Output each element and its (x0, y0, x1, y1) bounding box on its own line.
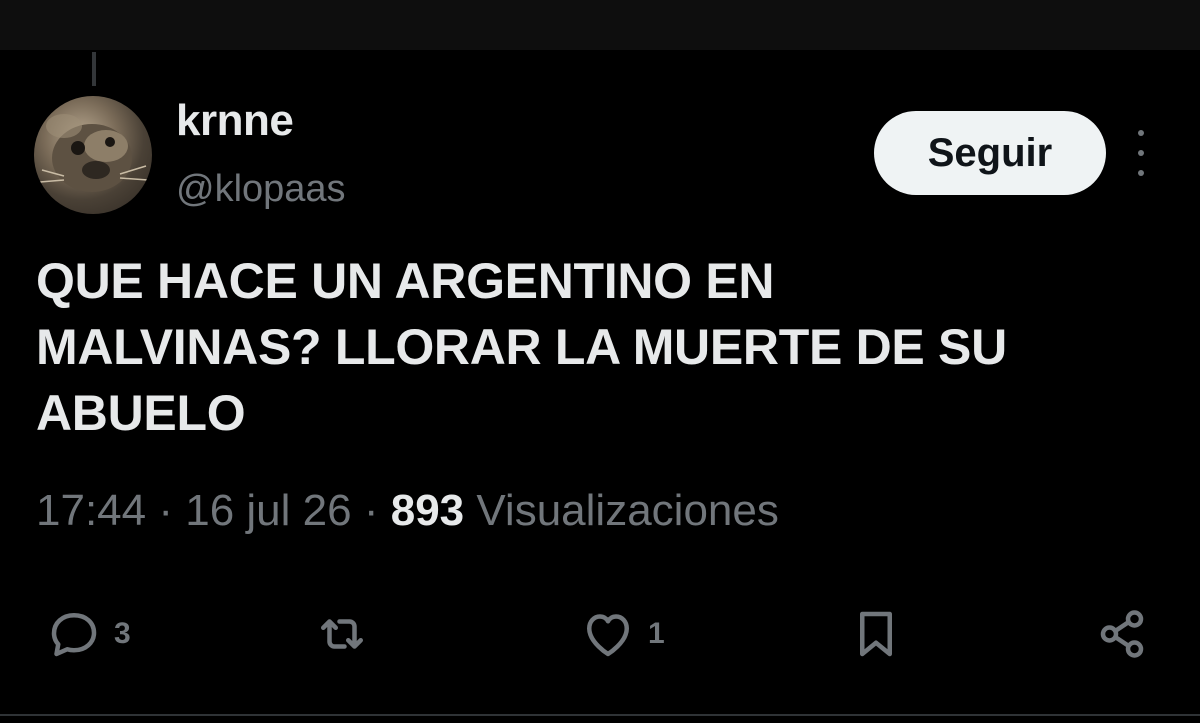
tweet-text-line: MALVINAS? LLORAR LA MUERTE DE SU (36, 319, 1007, 375)
reply-button[interactable]: 3 (44, 598, 131, 670)
avatar-image (39, 114, 149, 192)
heart-icon (587, 614, 629, 657)
more-options-icon[interactable] (1126, 130, 1156, 176)
tweet-text-line: QUE HACE UN ARGENTINO EN (36, 253, 775, 309)
meta-separator: · (363, 486, 379, 535)
top-band (0, 0, 1200, 50)
views-label: Visualizaciones (476, 486, 779, 535)
like-count: 1 (648, 617, 665, 650)
share-icon (1100, 610, 1144, 658)
more-dot (1138, 170, 1144, 176)
follow-button[interactable]: Seguir (874, 111, 1106, 195)
bottom-divider (0, 714, 1200, 716)
views-count: 893 (390, 486, 465, 535)
like-button[interactable]: 1 (578, 598, 665, 670)
meta-separator: · (158, 486, 173, 535)
reply-count: 3 (114, 617, 131, 650)
tweet-date[interactable]: 16 jul 26 (185, 486, 351, 535)
bookmark-button[interactable] (846, 598, 906, 670)
bookmark-icon (860, 611, 892, 657)
tweet-time[interactable]: 17:44 (36, 486, 146, 535)
author-handle[interactable]: @klopaas (176, 168, 346, 211)
tweet-text: QUE HACE UN ARGENTINO EN MALVINAS? LLORA… (36, 248, 1156, 446)
more-dot (1138, 150, 1144, 156)
thread-connector-line (92, 52, 96, 86)
avatar[interactable] (34, 96, 152, 214)
retweet-button[interactable] (312, 598, 382, 670)
share-button[interactable] (1092, 598, 1152, 670)
retweet-icon (321, 619, 363, 649)
author-display-name[interactable]: krnne (176, 96, 294, 146)
tweet-text-line: ABUELO (36, 385, 246, 441)
reply-icon (51, 613, 97, 657)
more-dot (1138, 130, 1144, 136)
tweet-metadata: 17:44 · 16 jul 26 · 893 Visualizaciones (36, 486, 779, 536)
